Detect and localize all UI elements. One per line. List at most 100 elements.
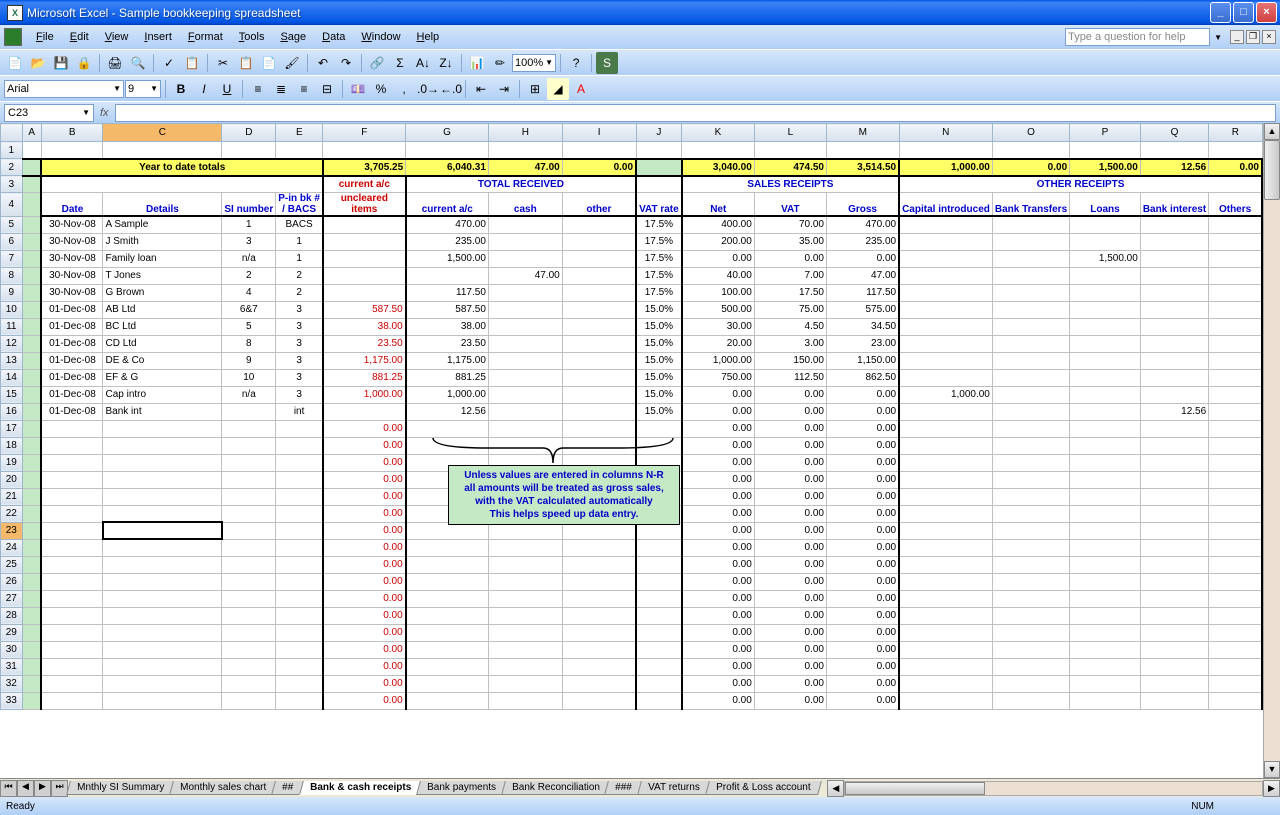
cell-E26[interactable] xyxy=(276,573,323,590)
cell-H5[interactable] xyxy=(488,216,562,233)
row-header-13[interactable]: 13 xyxy=(1,352,23,369)
align-center-icon[interactable]: ≣ xyxy=(270,78,292,100)
col-header-I[interactable]: I xyxy=(562,124,636,142)
cell-I16[interactable] xyxy=(562,403,636,420)
cell-O8[interactable] xyxy=(992,267,1069,284)
cell-B9[interactable]: 30-Nov-08 xyxy=(41,284,103,301)
cell-D24[interactable] xyxy=(222,539,276,556)
cell-C24[interactable] xyxy=(103,539,222,556)
align-right-icon[interactable]: ≡ xyxy=(293,78,315,100)
cell-G16[interactable]: 12.56 xyxy=(406,403,489,420)
cell-I33[interactable] xyxy=(562,692,636,709)
cell-L11[interactable]: 4.50 xyxy=(754,318,826,335)
cell-N15[interactable]: 1,000.00 xyxy=(899,386,992,403)
merge-center-icon[interactable]: ⊟ xyxy=(316,78,338,100)
cell-F7[interactable] xyxy=(323,250,406,267)
cell-F9[interactable] xyxy=(323,284,406,301)
menu-window[interactable]: Window xyxy=(353,29,408,45)
cell-L9[interactable]: 17.50 xyxy=(754,284,826,301)
cell-E18[interactable] xyxy=(276,437,323,454)
cell-M6[interactable]: 235.00 xyxy=(826,233,899,250)
totals-G[interactable]: 6,040.31 xyxy=(406,159,489,176)
cell-C29[interactable] xyxy=(103,624,222,641)
col-header-P[interactable]: P xyxy=(1070,124,1141,142)
hdr-total-received[interactable]: TOTAL RECEIVED xyxy=(406,176,636,193)
col-header-J[interactable]: J xyxy=(636,124,682,142)
cell-G13[interactable]: 1,175.00 xyxy=(406,352,489,369)
fill-color-icon[interactable]: ◢ xyxy=(547,78,569,100)
cell-Q19[interactable] xyxy=(1140,454,1208,471)
spelling-icon[interactable]: ✓ xyxy=(158,52,180,74)
col-hdr-L[interactable]: VAT xyxy=(754,193,826,217)
cell-P21[interactable] xyxy=(1070,488,1141,505)
tab-next-button[interactable]: ▶ xyxy=(34,780,51,797)
row-header-20[interactable]: 20 xyxy=(1,471,23,488)
col-hdr-I[interactable]: other xyxy=(562,193,636,217)
cell-H26[interactable] xyxy=(488,573,562,590)
cell-F5[interactable] xyxy=(323,216,406,233)
cell-J16[interactable]: 15.0% xyxy=(636,403,682,420)
menu-file[interactable]: File xyxy=(28,29,62,45)
cell-E10[interactable]: 3 xyxy=(276,301,323,318)
sheet-tab[interactable]: Profit & Loss account xyxy=(705,781,821,795)
cell-P7[interactable]: 1,500.00 xyxy=(1070,250,1141,267)
cell-D6[interactable]: 3 xyxy=(222,233,276,250)
scroll-down-button[interactable]: ▼ xyxy=(1264,761,1280,778)
row-header-21[interactable]: 21 xyxy=(1,488,23,505)
cell-B22[interactable] xyxy=(41,505,103,522)
cell-E32[interactable] xyxy=(276,675,323,692)
cell-C28[interactable] xyxy=(103,607,222,624)
cell-H30[interactable] xyxy=(488,641,562,658)
cell-Q12[interactable] xyxy=(1140,335,1208,352)
cell-E31[interactable] xyxy=(276,658,323,675)
cell-O33[interactable] xyxy=(992,692,1069,709)
cell-L5[interactable]: 70.00 xyxy=(754,216,826,233)
row-header-27[interactable]: 27 xyxy=(1,590,23,607)
cell-P9[interactable] xyxy=(1070,284,1141,301)
col-hdr-O[interactable]: Bank Transfers xyxy=(992,193,1069,217)
chart-icon[interactable]: 📊 xyxy=(466,52,488,74)
cell-G29[interactable] xyxy=(406,624,489,641)
hdr-current[interactable]: current a/c xyxy=(323,176,406,193)
cell-P8[interactable] xyxy=(1070,267,1141,284)
row-header-8[interactable]: 8 xyxy=(1,267,23,284)
cell-E8[interactable]: 2 xyxy=(276,267,323,284)
cell-P15[interactable] xyxy=(1070,386,1141,403)
font-color-icon[interactable]: A xyxy=(570,78,592,100)
cell-B16[interactable]: 01-Dec-08 xyxy=(41,403,103,420)
cell-I25[interactable] xyxy=(562,556,636,573)
col-hdr-D[interactable]: SI number xyxy=(222,193,276,217)
row-header-5[interactable]: 5 xyxy=(1,216,23,233)
cell-E17[interactable] xyxy=(276,420,323,437)
row-header-31[interactable]: 31 xyxy=(1,658,23,675)
cell-B19[interactable] xyxy=(41,454,103,471)
cell-G5[interactable]: 470.00 xyxy=(406,216,489,233)
cell-R20[interactable] xyxy=(1209,471,1262,488)
cell-P23[interactable] xyxy=(1070,522,1141,539)
row-header-2[interactable]: 2 xyxy=(1,159,23,176)
cell-F8[interactable] xyxy=(323,267,406,284)
cell-P17[interactable] xyxy=(1070,420,1141,437)
cell-E24[interactable] xyxy=(276,539,323,556)
row-header-26[interactable]: 26 xyxy=(1,573,23,590)
col-header-E[interactable]: E xyxy=(276,124,323,142)
cell-Q22[interactable] xyxy=(1140,505,1208,522)
cell-O10[interactable] xyxy=(992,301,1069,318)
menu-help[interactable]: Help xyxy=(409,29,448,45)
cell-Q17[interactable] xyxy=(1140,420,1208,437)
cell-O16[interactable] xyxy=(992,403,1069,420)
tab-first-button[interactable]: ⏮ xyxy=(0,780,17,797)
doc-minimize-button[interactable]: _ xyxy=(1230,30,1244,44)
col-hdr-Q[interactable]: Bank interest xyxy=(1140,193,1208,217)
cell-C22[interactable] xyxy=(103,505,222,522)
cell-E33[interactable] xyxy=(276,692,323,709)
cell-Q20[interactable] xyxy=(1140,471,1208,488)
cell-C8[interactable]: T Jones xyxy=(103,267,222,284)
col-header-K[interactable]: K xyxy=(682,124,755,142)
cell-H15[interactable] xyxy=(488,386,562,403)
cell-B23[interactable] xyxy=(41,522,103,539)
cell-Q6[interactable] xyxy=(1140,233,1208,250)
cell-E20[interactable] xyxy=(276,471,323,488)
cell-R27[interactable] xyxy=(1209,590,1262,607)
cell-P33[interactable] xyxy=(1070,692,1141,709)
